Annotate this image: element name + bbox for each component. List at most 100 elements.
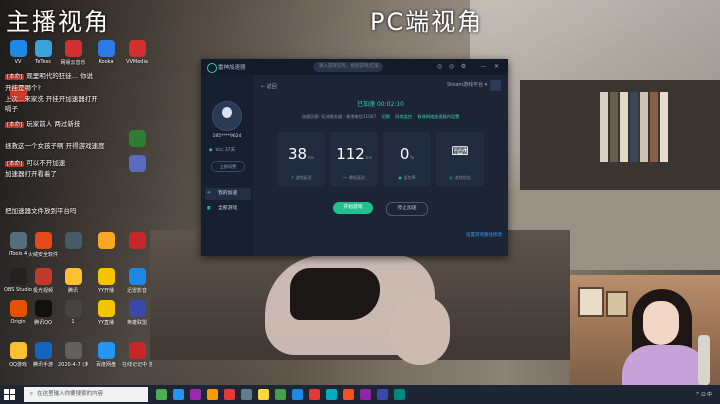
app-icon <box>64 342 82 359</box>
taskbar-app-icon[interactable] <box>258 389 269 400</box>
desktop-icon[interactable]: 腾讯 <box>58 268 88 294</box>
book <box>600 92 608 162</box>
desktop-icon[interactable]: 火绒安全软件 <box>28 232 58 258</box>
back-button[interactable]: ← 返回 <box>261 83 277 90</box>
app-icon <box>97 40 115 57</box>
app-icon <box>34 300 52 317</box>
desktop-icon-label: 在线记记中 游戏玩家MA... <box>122 362 152 368</box>
stat-value: 38 <box>287 145 308 163</box>
desktop-icon[interactable]: 腾讯QQ <box>28 300 58 326</box>
taskbar-app-icon[interactable] <box>292 389 303 400</box>
chat-text: 加速器打开看着了 <box>5 170 57 178</box>
set-game-path-link[interactable]: 设置游戏路径修改 <box>466 232 502 238</box>
desktop-icon[interactable] <box>122 130 152 149</box>
desktop-icon[interactable]: VVMedia <box>122 40 152 65</box>
desktop-icon-label: 火绒安全软件 <box>28 252 58 258</box>
renew-button[interactable]: 立即续费 <box>211 161 245 172</box>
taskbar-app-icon[interactable] <box>360 389 371 400</box>
desktop-icon-label: 腾讯 <box>67 288 78 294</box>
book <box>650 92 658 162</box>
desktop-icon[interactable]: YY开播 <box>91 268 121 294</box>
desktop-icon[interactable]: 腾讯手游 <box>28 342 58 368</box>
desktop-icon-label: Kooka <box>98 59 114 65</box>
wall-picture <box>606 291 628 317</box>
stat-label: 游戏优化 <box>454 175 471 180</box>
desktop-icon[interactable] <box>91 232 121 251</box>
desktop-icon[interactable]: 极光视频 <box>28 268 58 294</box>
taskbar: ⌕ 在这里输入你要搜索的内容 ^ ⊡ 中 <box>0 385 720 404</box>
wall-picture <box>578 287 604 317</box>
switch-link[interactable]: 切换 <box>382 114 390 119</box>
taskbar-app-icon[interactable] <box>156 389 167 400</box>
desktop-icon-label: 极光视频 <box>32 288 53 294</box>
wallpaper-figure-leg <box>390 295 450 365</box>
app-icon <box>64 268 82 285</box>
desktop-icon[interactable] <box>122 155 152 174</box>
games-icon: ◧ <box>207 206 212 211</box>
modify-settings-link[interactable]: 修改网络加速器内设置 <box>417 114 459 119</box>
stat-label: 降低延迟 <box>349 175 365 180</box>
desktop-icon[interactable]: 网易云音乐 <box>58 40 88 66</box>
desktop-icon[interactable] <box>58 232 88 251</box>
desktop-icon[interactable]: Kooka <box>91 40 121 65</box>
avatar[interactable] <box>212 101 242 131</box>
taskbar-app-icon[interactable] <box>394 389 405 400</box>
stop-acceleration-button[interactable]: 停止加速 <box>386 202 428 216</box>
game-search-input[interactable]: 输入游戏名称，搜索游戏/区服 <box>313 62 383 72</box>
desktop-icon-label: 英雄联盟 <box>126 320 147 326</box>
chat-message: [本命] 玩家前人 两过新技 <box>5 118 80 128</box>
taskbar-app-icon[interactable] <box>343 389 354 400</box>
desktop-icon[interactable]: YY直播 <box>91 300 121 326</box>
desktop-icon-label: 1 <box>71 319 75 325</box>
taskbar-app-icon[interactable] <box>377 389 388 400</box>
system-tray[interactable]: ^ ⊡ 中 <box>695 391 712 398</box>
nav-my-acceleration[interactable]: ✈ 我的加速 <box>205 188 251 200</box>
chat-text: 可以不开加速 <box>26 159 66 167</box>
book <box>640 92 648 162</box>
network-monitor-link[interactable]: 网络监控 <box>395 114 412 119</box>
steam-icon[interactable] <box>490 80 501 91</box>
chat-badge: [本命] <box>5 161 25 167</box>
taskbar-app-icon[interactable] <box>173 389 184 400</box>
desktop-icon[interactable]: 迅雷影音 <box>122 268 152 294</box>
taskbar-app-icon[interactable] <box>190 389 201 400</box>
nav-all-games[interactable]: ◧ 全部游戏 <box>205 203 251 215</box>
app-titlebar: 雷神加速器 输入游戏名称，搜索游戏/区服 ◎ ◎ ⚙ — ✕ <box>201 59 508 75</box>
desktop-icon[interactable]: 英雄联盟 <box>122 300 152 326</box>
taskbar-app-icon[interactable] <box>309 389 320 400</box>
taskbar-app-icon[interactable] <box>207 389 218 400</box>
close-button[interactable]: ✕ <box>493 63 500 70</box>
search-placeholder: 在这里输入你要搜索的内容 <box>37 391 104 397</box>
desktop-icon[interactable]: TeTess <box>28 40 58 65</box>
desktop-icon[interactable] <box>122 232 152 251</box>
desktop-icon[interactable]: 百度网盘 <box>91 342 121 368</box>
chat-message: 上次...来家洗 开挂开加速器打开 <box>5 93 98 103</box>
start-game-button[interactable]: 开始游戏 <box>333 202 373 214</box>
start-button[interactable] <box>4 389 15 400</box>
minimize-button[interactable]: — <box>480 63 487 70</box>
stat-label: 丢包率 <box>403 175 416 180</box>
app-title: 雷神加速器 <box>218 65 246 71</box>
app-icon <box>9 232 27 249</box>
desktop-icon[interactable]: 1 <box>58 300 88 325</box>
desktop-icon-label: 网易云音乐 <box>60 60 86 66</box>
gift-icon[interactable]: ◎ <box>436 63 443 70</box>
app-icon <box>97 232 115 249</box>
app-icon <box>64 300 82 317</box>
taskbar-app-icon[interactable] <box>326 389 337 400</box>
chat-text: 玩家前人 两过新技 <box>26 120 81 128</box>
app-icon <box>34 342 52 359</box>
message-icon[interactable]: ◎ <box>448 63 455 70</box>
taskbar-app-icon[interactable] <box>241 389 252 400</box>
stat-card-optimize[interactable]: ⌨ ◎ 游戏优化 <box>436 132 484 186</box>
app-icon <box>34 232 52 249</box>
taskbar-search-input[interactable]: ⌕ 在这里输入你要搜索的内容 <box>24 387 148 402</box>
desktop-icon[interactable]: 在线记记中 游戏玩家MA... <box>122 342 152 368</box>
desktop-icon[interactable]: 2020-4-7 (未命名) <box>58 342 88 368</box>
settings-icon[interactable]: ⚙ <box>460 63 467 70</box>
taskbar-app-icon[interactable] <box>275 389 286 400</box>
taskbar-app-icon[interactable] <box>224 389 235 400</box>
game-platform-selector[interactable]: Steam游戏平台 ▾ <box>447 81 487 88</box>
streamer-body <box>622 345 708 385</box>
app-icon <box>128 155 146 172</box>
